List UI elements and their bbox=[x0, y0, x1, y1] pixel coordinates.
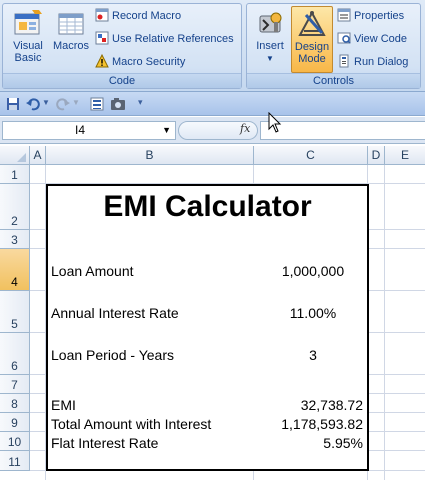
macro-security-label: Macro Security bbox=[112, 56, 186, 68]
row-header-3[interactable]: 3 bbox=[0, 230, 30, 249]
properties-label: Properties bbox=[354, 10, 405, 22]
controls-group-label: Controls bbox=[247, 73, 420, 88]
formula-input[interactable] bbox=[260, 121, 425, 140]
column-header-a[interactable]: A bbox=[30, 146, 46, 165]
code-group: Visual Basic Macros Record Macro Use Rel… bbox=[2, 3, 242, 89]
save-icon[interactable] bbox=[6, 96, 20, 112]
warning-icon bbox=[95, 54, 109, 68]
insert-button[interactable]: Insert ▼ bbox=[251, 6, 289, 65]
row-header-10[interactable]: 10 bbox=[0, 432, 30, 451]
select-all-button[interactable] bbox=[0, 146, 30, 165]
emi-label[interactable]: EMI bbox=[51, 397, 76, 413]
view-code-label: View Code bbox=[354, 33, 407, 45]
column-headers: A B C D E bbox=[0, 146, 425, 165]
view-code-button[interactable]: View Code bbox=[337, 29, 407, 49]
formula-bar: I4 ▼ fx bbox=[0, 117, 425, 144]
insert-dropdown-icon: ▼ bbox=[266, 54, 274, 63]
column-header-c[interactable]: C bbox=[254, 146, 368, 165]
ribbon: Visual Basic Macros Record Macro Use Rel… bbox=[0, 0, 425, 92]
code-group-label: Code bbox=[3, 73, 241, 88]
design-mode-icon bbox=[298, 10, 326, 36]
flat-rate-value[interactable]: 5.95% bbox=[323, 435, 363, 451]
design-mode-button[interactable]: Design Mode bbox=[291, 6, 333, 73]
undo-dropdown-icon[interactable]: ▼ bbox=[42, 98, 50, 114]
undo-icon[interactable] bbox=[26, 96, 40, 112]
camera-icon[interactable] bbox=[110, 96, 126, 112]
redo-icon[interactable] bbox=[56, 96, 70, 112]
gridline bbox=[384, 165, 385, 480]
visual-basic-label-1: Visual bbox=[13, 40, 43, 52]
loan-period-label[interactable]: Loan Period - Years bbox=[51, 347, 174, 363]
insert-controls-icon bbox=[259, 12, 282, 33]
loan-amount-value[interactable]: 1,000,000 bbox=[273, 263, 353, 279]
name-box-value: I4 bbox=[75, 123, 86, 137]
row-header-6[interactable]: 6 bbox=[0, 333, 30, 375]
total-amount-value[interactable]: 1,178,593.82 bbox=[281, 416, 363, 432]
column-header-d[interactable]: D bbox=[368, 146, 385, 165]
design-mode-label-2: Mode bbox=[298, 53, 326, 65]
insert-function-icon[interactable]: fx bbox=[240, 122, 250, 135]
visual-basic-label-2: Basic bbox=[14, 52, 42, 64]
name-box[interactable]: I4 ▼ bbox=[2, 121, 176, 140]
mouse-cursor-icon bbox=[268, 112, 282, 133]
relative-references-icon bbox=[95, 31, 109, 45]
row-header-11[interactable]: 11 bbox=[0, 451, 30, 471]
controls-group: Insert ▼ Design Mode Properties View Cod… bbox=[246, 3, 421, 89]
macro-security-button[interactable]: Macro Security bbox=[95, 52, 185, 72]
view-code-icon bbox=[337, 32, 351, 44]
quick-access-toolbar: ▼ ▼ ▾ bbox=[0, 92, 425, 116]
column-header-e[interactable]: E bbox=[385, 146, 425, 165]
total-amount-label[interactable]: Total Amount with Interest bbox=[51, 416, 211, 432]
macros-button[interactable]: Macros bbox=[51, 6, 91, 52]
name-box-dropdown-icon[interactable]: ▼ bbox=[162, 122, 171, 139]
loan-period-value[interactable]: 3 bbox=[273, 347, 353, 363]
row-header-8[interactable]: 8 bbox=[0, 394, 30, 413]
run-dialog-button[interactable]: Run Dialog bbox=[337, 52, 408, 72]
row-header-4[interactable]: 4 bbox=[0, 249, 30, 291]
visual-basic-button[interactable]: Visual Basic bbox=[7, 6, 49, 64]
run-dialog-icon bbox=[339, 54, 349, 68]
properties-button[interactable]: Properties bbox=[337, 6, 404, 26]
run-dialog-label: Run Dialog bbox=[354, 56, 409, 68]
macros-icon bbox=[58, 13, 84, 35]
use-relative-references-button[interactable]: Use Relative References bbox=[95, 29, 234, 49]
record-macro-icon bbox=[95, 8, 109, 22]
row-header-5[interactable]: 5 bbox=[0, 291, 30, 333]
row-header-2[interactable]: 2 bbox=[0, 184, 30, 230]
emi-value[interactable]: 32,738.72 bbox=[301, 397, 363, 413]
record-macro-label: Record Macro bbox=[112, 10, 182, 22]
interest-rate-label[interactable]: Annual Interest Rate bbox=[51, 305, 179, 321]
macros-label: Macros bbox=[52, 40, 90, 52]
redo-dropdown-icon[interactable]: ▼ bbox=[72, 98, 80, 114]
use-relative-references-label: Use Relative References bbox=[112, 33, 234, 45]
column-header-b[interactable]: B bbox=[46, 146, 254, 165]
row-header-1[interactable]: 1 bbox=[0, 165, 30, 184]
calculator-title[interactable]: EMI Calculator bbox=[48, 190, 367, 224]
properties-icon bbox=[337, 8, 351, 22]
flat-rate-label[interactable]: Flat Interest Rate bbox=[51, 435, 158, 451]
customize-qat-icon[interactable]: ▾ bbox=[138, 97, 143, 113]
visual-basic-icon bbox=[14, 10, 42, 35]
row-header-9[interactable]: 9 bbox=[0, 413, 30, 432]
emi-calculator-table: EMI Calculator Loan Amount 1,000,000 Ann… bbox=[46, 184, 369, 471]
design-mode-label-1: Design bbox=[294, 41, 330, 53]
row-header-7[interactable]: 7 bbox=[0, 375, 30, 394]
insert-label: Insert bbox=[256, 40, 284, 52]
loan-amount-label[interactable]: Loan Amount bbox=[51, 263, 134, 279]
record-macro-button[interactable]: Record Macro bbox=[95, 6, 181, 26]
interest-rate-value[interactable]: 11.00% bbox=[273, 305, 353, 321]
form-icon[interactable] bbox=[90, 96, 104, 112]
